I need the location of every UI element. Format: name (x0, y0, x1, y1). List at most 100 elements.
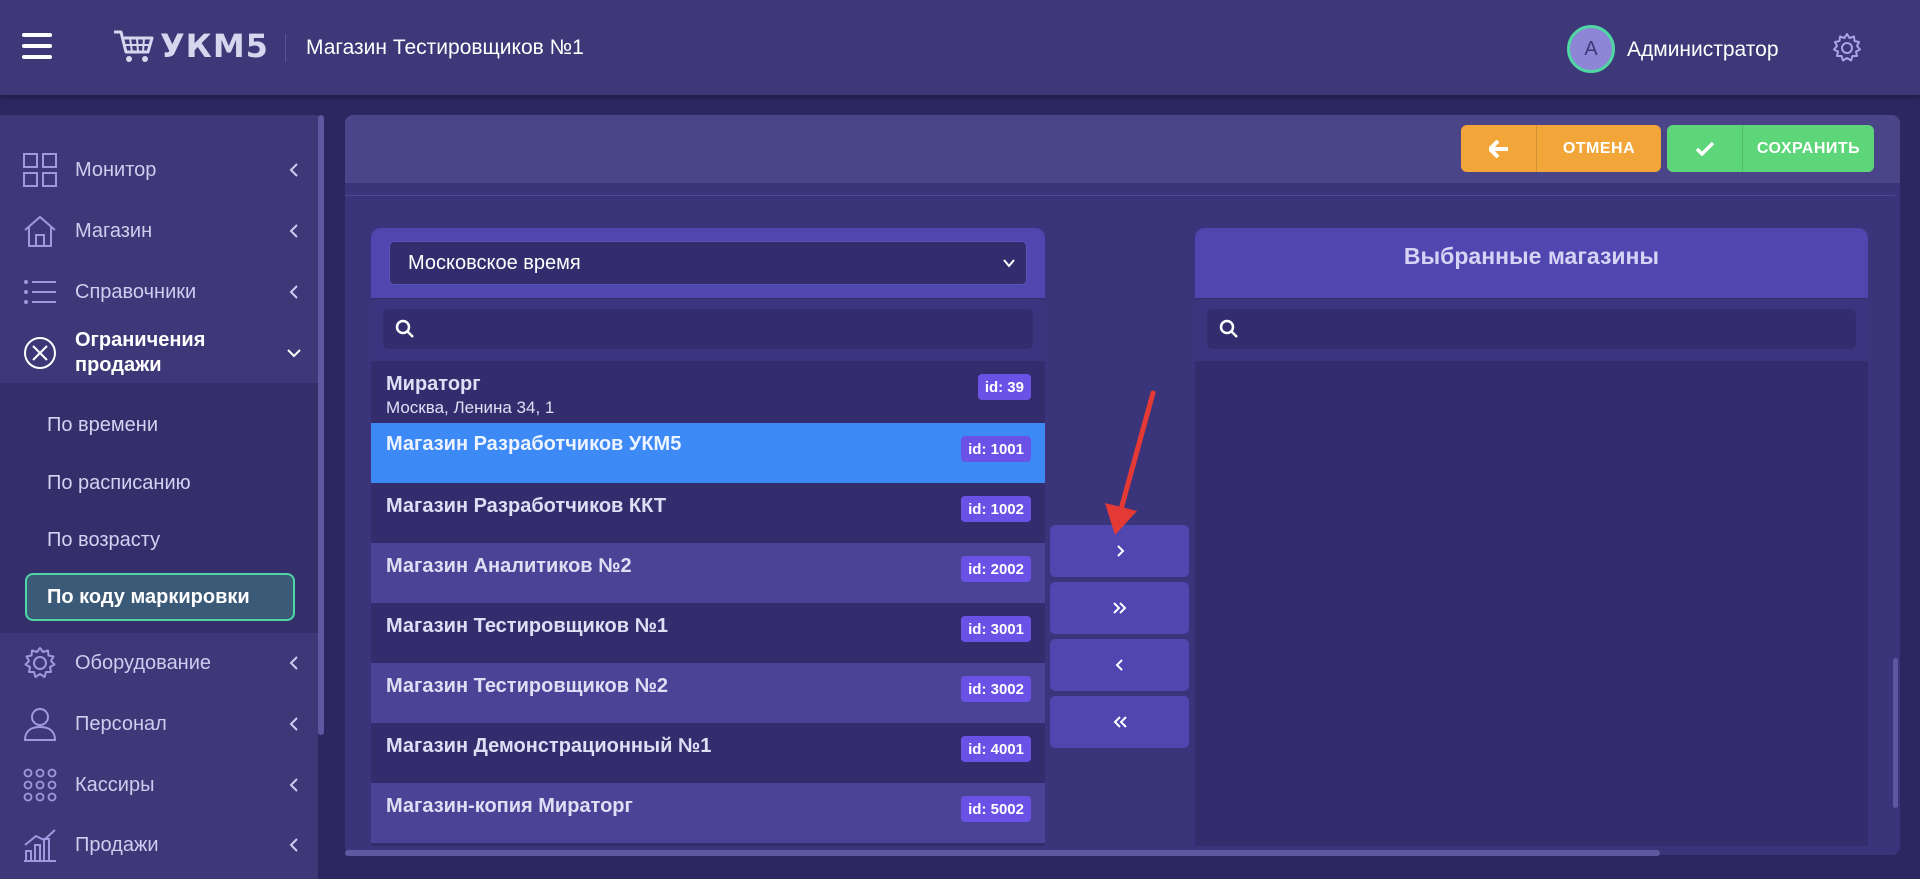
store-row[interactable]: Магазин Разработчиков ККТ id: 1002 (371, 483, 1045, 543)
store-id-badge: id: 2002 (961, 556, 1031, 582)
move-all-right-button[interactable] (1050, 582, 1189, 634)
user-name[interactable]: Администратор (1627, 38, 1779, 62)
store-row[interactable]: Магазин Аналитиков №2 id: 2002 (371, 543, 1045, 603)
sidebar-item-cashiers[interactable]: Кассиры (0, 755, 318, 815)
move-all-left-button[interactable] (1050, 696, 1189, 748)
available-stores-search-input[interactable] (425, 318, 1033, 340)
store-name: Магазин Тестировщиков №1 (386, 615, 669, 637)
logo-text: УКМ5 (160, 27, 269, 65)
store-name: Магазин Тестировщиков №2 (386, 675, 669, 697)
chevron-left-icon (289, 224, 298, 238)
store-name: Магазин-копия Мираторг (386, 795, 633, 817)
store-row[interactable]: Магазин Тестировщиков №2 id: 3002 (371, 663, 1045, 723)
sidebar-item-monitor[interactable]: Монитор (0, 140, 318, 200)
current-store-title: Магазин Тестировщиков №1 (306, 36, 584, 59)
vertical-scrollbar[interactable] (1893, 658, 1898, 808)
sidebar-item-sales[interactable]: Продажи (0, 815, 318, 875)
store-row-selected[interactable]: Магазин Разработчиков УКМ5 id: 1001 (371, 423, 1045, 483)
submenu-item-by-age[interactable]: По возрасту (47, 529, 160, 552)
store-address: Москва, Ленина 34, 1 (386, 398, 555, 417)
submenu-item-by-time[interactable]: По времени (47, 414, 158, 437)
sidebar-item-personnel[interactable]: Персонал (0, 694, 318, 754)
sidebar-scrollbar[interactable] (318, 115, 324, 735)
store-name: Магазин Разработчиков ККТ (386, 495, 667, 517)
selected-stores-panel: Выбранные магазины (1195, 228, 1868, 846)
toolbar-divider (345, 195, 1895, 196)
cancel-circle-icon (24, 337, 56, 369)
chevron-right-icon (1116, 545, 1124, 557)
store-row[interactable]: Магазин-копия Мираторг id: 5002 (371, 783, 1045, 843)
dashboard-icon (23, 153, 57, 187)
available-stores-search[interactable] (383, 309, 1033, 349)
header-divider (285, 34, 286, 62)
save-button[interactable]: СОХРАНИТЬ (1667, 125, 1874, 172)
store-name: Магазин Демонстрационный №1 (386, 735, 712, 757)
store-id-badge: id: 39 (977, 374, 1031, 400)
selected-stores-search[interactable] (1207, 309, 1856, 349)
double-chevron-left-icon (1113, 716, 1127, 728)
selected-stores-search-bar (1195, 299, 1868, 361)
submenu-item-by-schedule[interactable]: По расписанию (47, 472, 191, 495)
store-row[interactable]: Магазин Тестировщиков №1 id: 3001 (371, 603, 1045, 663)
store-id-badge: id: 3001 (961, 616, 1031, 642)
sidebar-item-equipment[interactable]: Оборудование (0, 633, 318, 693)
timezone-select[interactable]: Московское время (389, 241, 1027, 285)
move-selected-right-button[interactable] (1050, 525, 1189, 577)
chevron-left-icon (289, 656, 298, 670)
avatar[interactable]: А (1567, 25, 1615, 73)
cart-icon (114, 30, 154, 62)
cancel-button[interactable]: ОТМЕНА (1461, 125, 1661, 172)
search-icon (395, 319, 414, 338)
grid-dots-icon (23, 768, 57, 802)
search-icon (1219, 319, 1238, 338)
store-id-badge: id: 1001 (961, 436, 1031, 462)
top-bar: УКМ5 Магазин Тестировщиков №1 А Админист… (0, 0, 1920, 95)
submenu-item-by-marking-code[interactable]: По коду маркировки (25, 573, 295, 621)
chevron-left-icon (289, 838, 298, 852)
store-row[interactable]: Мираторг Москва, Ленина 34, 1 id: 39 (371, 361, 1045, 423)
sidebar-item-store[interactable]: Магазин (0, 201, 318, 261)
chevron-left-icon (289, 163, 298, 177)
chevron-left-icon (289, 717, 298, 731)
available-stores-panel: Московское время Мираторг Москва, Ленина… (371, 228, 1045, 846)
move-selected-left-button[interactable] (1050, 639, 1189, 691)
sidebar-item-directories[interactable]: Справочники (0, 262, 318, 322)
chevron-down-icon (287, 349, 301, 358)
hamburger-menu-icon[interactable] (22, 33, 52, 59)
sidebar-item-label: Продажи (75, 833, 159, 856)
arrow-left-icon (1461, 125, 1537, 172)
save-button-label: СОХРАНИТЬ (1756, 139, 1861, 157)
horizontal-scrollbar[interactable] (345, 850, 1660, 856)
logo[interactable]: УКМ5 (112, 26, 269, 66)
chevron-left-icon (1115, 659, 1123, 671)
list-icon (24, 280, 56, 304)
check-icon (1667, 125, 1743, 172)
timezone-value: Московское время (408, 251, 581, 274)
available-stores-header: Московское время (371, 228, 1045, 298)
sidebar-item-label: Магазин (75, 219, 153, 242)
store-id-badge: id: 1002 (961, 496, 1031, 522)
sidebar-item-sale-restrictions[interactable]: Ограничения продажи (0, 324, 318, 382)
cancel-button-label: ОТМЕНА (1562, 139, 1636, 157)
available-stores-search-bar (371, 299, 1045, 361)
store-row[interactable]: Магазин Демонстрационный №1 id: 4001 (371, 723, 1045, 783)
store-name: Магазин Разработчиков УКМ5 (386, 433, 682, 455)
sidebar-item-label: Ограничения продажи (75, 329, 206, 376)
chevron-left-icon (289, 778, 298, 792)
store-id-badge: id: 5002 (961, 796, 1031, 822)
sidebar-item-label: Оборудование (75, 651, 212, 674)
store-id-badge: id: 3002 (961, 676, 1031, 702)
sidebar-item-label: Кассиры (75, 773, 155, 796)
selected-stores-search-input[interactable] (1249, 318, 1856, 340)
selected-stores-header: Выбранные магазины (1195, 228, 1868, 298)
toolbar: ОТМЕНА СОХРАНИТЬ (345, 115, 1900, 183)
settings-gear-icon[interactable] (1830, 31, 1864, 65)
sidebar-item-label: Справочники (75, 280, 197, 303)
store-name: Магазин Аналитиков №2 (386, 555, 632, 577)
selected-stores-title: Выбранные магазины (1403, 243, 1660, 269)
double-chevron-right-icon (1112, 602, 1126, 614)
home-icon (24, 215, 56, 247)
gear-icon (24, 647, 56, 678)
chevron-down-icon (1003, 259, 1015, 268)
sidebar-item-label: Персонал (75, 712, 167, 735)
